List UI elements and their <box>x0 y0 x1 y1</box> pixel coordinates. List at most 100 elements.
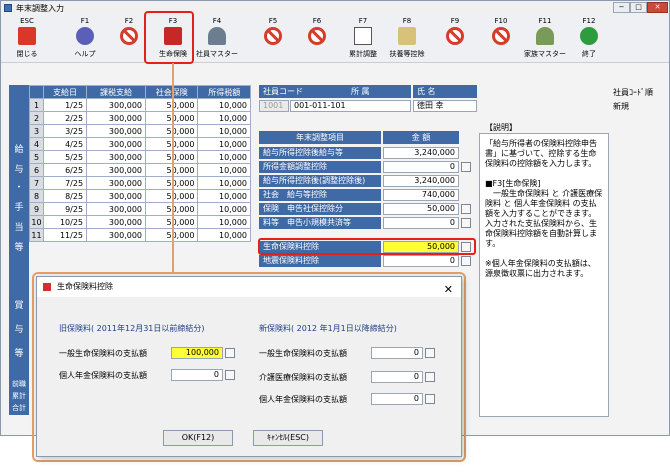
toolbar-button-employee-master[interactable]: F4 社員マスター <box>195 16 239 62</box>
payment-date-cell[interactable]: 1/25 <box>42 98 88 112</box>
toolbar-button-f6[interactable]: F6 <box>295 16 339 62</box>
table-row: 9 9/25 300,000 50,000 10,000 <box>29 202 251 216</box>
life-insurance-dialog: 生命保険料控除 ✕ 旧保険料( 2011年12月31日以前締結分) 新保険料( … <box>36 276 462 457</box>
new-insurance-section-title: 新保険料( 2012 年1月1日以降締結分) <box>259 324 397 333</box>
toolbar-button-dependents[interactable]: F8 扶養等控除 <box>385 16 429 62</box>
minimize-button[interactable]: − <box>613 2 630 13</box>
dependents-icon <box>398 27 416 45</box>
adjustment-item-amount[interactable]: 3,240,000 <box>383 147 459 159</box>
ok-button[interactable]: OK(F12) <box>163 430 233 446</box>
side-label-ate: 当 <box>14 223 24 233</box>
family-icon <box>536 27 554 45</box>
taxable-pay-cell[interactable]: 300,000 <box>86 150 147 164</box>
old-amount-input[interactable]: 100,000 <box>171 347 223 359</box>
taxable-pay-cell[interactable]: 300,000 <box>86 111 147 125</box>
calculator-icon[interactable] <box>425 372 435 382</box>
income-tax-cell[interactable]: 10,000 <box>197 124 251 138</box>
toolbar-button-finish[interactable]: F12 終了 <box>567 16 611 62</box>
payment-date-cell[interactable]: 9/25 <box>42 202 88 216</box>
employee-name-field[interactable]: 徳田 幸 <box>413 100 477 112</box>
table-row: 10 10/25 300,000 50,000 10,000 <box>29 215 251 229</box>
amount-column-header: 金 額 <box>383 131 459 144</box>
income-tax-cell[interactable]: 10,000 <box>197 137 251 151</box>
income-tax-cell[interactable]: 10,000 <box>197 215 251 229</box>
calculator-icon[interactable] <box>225 348 235 358</box>
payment-date-cell[interactable]: 7/25 <box>42 176 88 190</box>
calculator-icon[interactable] <box>225 370 235 380</box>
income-tax-cell[interactable]: 10,000 <box>197 189 251 203</box>
toolbar-button-f10[interactable]: F10 <box>479 16 523 62</box>
toolbar-button-f5[interactable]: F5 <box>251 16 295 62</box>
payment-date-cell[interactable]: 6/25 <box>42 163 88 177</box>
taxable-pay-cell[interactable]: 300,000 <box>86 228 147 242</box>
employee-code-header: 社員コード <box>259 85 347 98</box>
edit-icon <box>354 27 372 45</box>
cancel-button[interactable]: ｷｬﾝｾﾙ(ESC) <box>253 430 323 446</box>
calculator-icon[interactable] <box>461 162 471 172</box>
function-key-label: F8 <box>402 17 412 25</box>
maximize-button[interactable]: □ <box>630 2 647 13</box>
toolbar-button-help[interactable]: F1 ヘルプ <box>63 16 107 62</box>
old-amount-input[interactable]: 0 <box>171 369 223 381</box>
employee-code-select[interactable]: 001-011-101 <box>290 100 411 112</box>
income-tax-cell[interactable]: 10,000 <box>197 111 251 125</box>
table-row: 3 3/25 300,000 50,000 10,000 <box>29 124 251 138</box>
income-tax-cell[interactable]: 10,000 <box>197 228 251 242</box>
dialog-app-icon <box>43 283 51 291</box>
payment-date-cell[interactable]: 5/25 <box>42 150 88 164</box>
adjustment-item-amount[interactable]: 3,240,000 <box>383 175 459 187</box>
taxable-pay-cell[interactable]: 300,000 <box>86 137 147 151</box>
taxable-pay-cell[interactable]: 300,000 <box>86 98 147 112</box>
function-key-label: F10 <box>494 17 508 25</box>
taxable-pay-cell[interactable]: 300,000 <box>86 124 147 138</box>
income-tax-cell[interactable]: 10,000 <box>197 163 251 177</box>
adjustment-item-amount[interactable]: 0 <box>383 161 459 173</box>
toolbar-button-label: 累計調整 <box>349 50 377 58</box>
calculator-icon[interactable] <box>461 256 471 266</box>
payment-date-cell[interactable]: 8/25 <box>42 189 88 203</box>
payment-date-cell[interactable]: 4/25 <box>42 137 88 151</box>
new-field-label: 一般生命保険料の支払額 <box>259 349 347 358</box>
adjustment-item-amount[interactable]: 50,000 <box>383 203 459 215</box>
new-amount-input[interactable]: 0 <box>371 347 423 359</box>
toolbar-button-label: 終了 <box>582 50 596 58</box>
income-tax-cell[interactable]: 10,000 <box>197 202 251 216</box>
grid-header-taxable-pay: 課税支給 <box>86 85 147 99</box>
table-row: 5 5/25 300,000 50,000 10,000 <box>29 150 251 164</box>
calculator-icon[interactable] <box>461 204 471 214</box>
adjustment-item-amount[interactable]: 0 <box>383 217 459 229</box>
window-close-button[interactable]: ✕ <box>647 2 668 13</box>
function-key-label: F5 <box>268 17 278 25</box>
income-tax-cell[interactable]: 10,000 <box>197 150 251 164</box>
items-column-header: 年末調整項目 <box>259 131 381 144</box>
toolbar-button-f9[interactable]: F9 <box>433 16 477 62</box>
adjustment-item-amount[interactable]: 0 <box>383 255 459 267</box>
close-x-icon <box>18 27 36 45</box>
payment-date-cell[interactable]: 3/25 <box>42 124 88 138</box>
adjustment-item-name: 地震保険料控除 <box>259 255 381 267</box>
toolbar-button-close[interactable]: ESC 閉じる <box>5 16 49 62</box>
adjustment-item-amount[interactable]: 740,000 <box>383 189 459 201</box>
new-amount-input[interactable]: 0 <box>371 371 423 383</box>
payment-date-cell[interactable]: 2/25 <box>42 111 88 125</box>
explanation-label: 【説明】 <box>485 123 517 132</box>
row-number: 7 <box>29 176 44 190</box>
new-amount-input[interactable]: 0 <box>371 393 423 405</box>
taxable-pay-cell[interactable]: 300,000 <box>86 163 147 177</box>
check-icon <box>580 27 598 45</box>
calculator-icon[interactable] <box>425 348 435 358</box>
toolbar-button-cumulative[interactable]: F7 累計調整 <box>341 16 385 62</box>
grid-header-date: 支給日 <box>42 85 88 99</box>
taxable-pay-cell[interactable]: 300,000 <box>86 202 147 216</box>
calculator-icon[interactable] <box>425 394 435 404</box>
payment-date-cell[interactable]: 10/25 <box>42 215 88 229</box>
payment-date-cell[interactable]: 11/25 <box>42 228 88 242</box>
income-tax-cell[interactable]: 10,000 <box>197 98 251 112</box>
taxable-pay-cell[interactable]: 300,000 <box>86 176 147 190</box>
toolbar-button-family-master[interactable]: F11 家族マスター <box>523 16 567 62</box>
row-number: 4 <box>29 137 44 151</box>
income-tax-cell[interactable]: 10,000 <box>197 176 251 190</box>
taxable-pay-cell[interactable]: 300,000 <box>86 215 147 229</box>
taxable-pay-cell[interactable]: 300,000 <box>86 189 147 203</box>
calculator-icon[interactable] <box>461 218 471 228</box>
